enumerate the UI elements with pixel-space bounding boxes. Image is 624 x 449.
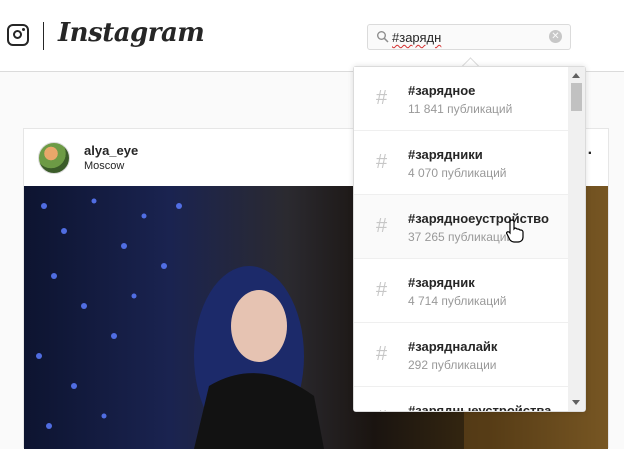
result-count: 4 070 публикаций — [408, 166, 507, 180]
result-count: 4 714 публикаций — [408, 294, 507, 308]
search-result-item[interactable]: # #зарядноеустройство 37 265 публикаций — [354, 195, 568, 259]
search-results-dropdown: # #зарядное 11 841 публикаций # #зарядни… — [353, 66, 586, 412]
hashtag-icon: # — [376, 343, 388, 365]
hashtag-icon: # — [376, 87, 388, 109]
result-tag: #зарядники — [408, 147, 483, 162]
avatar[interactable] — [38, 142, 70, 174]
search-results-list: # #зарядное 11 841 публикаций # #зарядни… — [354, 67, 568, 411]
search-result-item[interactable]: # #зарядное 11 841 публикаций — [354, 67, 568, 131]
top-navigation: Instagram #зарядн ✕ — [0, 0, 624, 72]
post-username[interactable]: alya_eye — [84, 143, 138, 158]
hashtag-icon: # — [376, 151, 388, 173]
result-tag: #зарядное — [408, 83, 476, 98]
scroll-up-icon[interactable] — [572, 73, 580, 78]
camera-dot — [22, 28, 25, 31]
scroll-thumb[interactable] — [571, 83, 582, 111]
instagram-wordmark[interactable]: Instagram — [58, 18, 205, 48]
result-count: 11 841 публикаций — [408, 102, 513, 116]
search-input[interactable]: #зарядн — [392, 30, 441, 45]
search-result-item[interactable]: # #зарядник 4 714 публикаций — [354, 259, 568, 323]
dropdown-scrollbar[interactable] — [568, 67, 585, 411]
result-count: 292 публикации — [408, 358, 497, 372]
hashtag-icon: # — [376, 215, 388, 237]
result-tag: #зарядныеустройства — [408, 403, 552, 411]
instagram-camera-icon[interactable] — [7, 24, 29, 46]
camera-lens — [13, 30, 22, 39]
search-result-item[interactable]: # #зарядники 4 070 публикаций — [354, 131, 568, 195]
clear-icon[interactable]: ✕ — [549, 30, 562, 43]
result-count: 37 265 публикаций — [408, 230, 514, 244]
logo-divider — [43, 22, 44, 50]
hashtag-icon: # — [376, 407, 387, 411]
hand-pointer-icon — [506, 219, 524, 243]
scroll-down-icon[interactable] — [572, 400, 580, 405]
post-location[interactable]: Moscow — [84, 160, 124, 172]
search-box[interactable]: #зарядн ✕ — [367, 24, 571, 50]
hashtag-icon: # — [376, 279, 388, 301]
search-result-item[interactable]: # #зарядныеустройства — [354, 387, 568, 411]
result-tag: #зарядник — [408, 275, 475, 290]
result-tag: #зарядналайк — [408, 339, 498, 354]
search-result-item[interactable]: # #зарядналайк 292 публикации — [354, 323, 568, 387]
result-tag: #зарядноеустройство — [408, 211, 549, 226]
search-icon — [377, 31, 389, 43]
